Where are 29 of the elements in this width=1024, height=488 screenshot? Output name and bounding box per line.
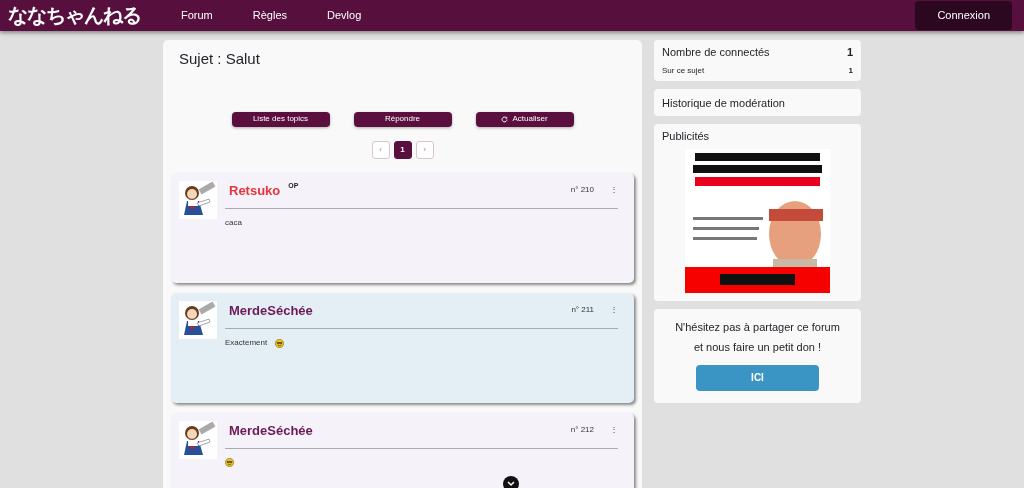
- stat-label: Sur ce sujet: [662, 64, 705, 77]
- post-number: n° 210: [570, 184, 594, 197]
- menu-button[interactable]: ⋮: [610, 304, 618, 317]
- post-number: n° 212: [570, 424, 594, 437]
- next-page-button[interactable]: ›: [415, 140, 434, 159]
- topic-title: Sujet : Salut: [178, 49, 261, 69]
- nav-link[interactable]: Forum: [181, 7, 213, 24]
- author-name[interactable]: Retsuko: [229, 180, 281, 200]
- login-button[interactable]: Connexion: [915, 1, 1012, 30]
- stat-value: 1: [848, 64, 853, 77]
- stat-label: Nombre de connectés: [662, 45, 770, 60]
- author-name[interactable]: MerdeSéchée: [229, 300, 313, 320]
- post-text: caca: [225, 217, 242, 229]
- stat-value: 1: [846, 45, 853, 60]
- post-text: Exactement: [225, 337, 268, 349]
- page-button[interactable]: 1: [393, 140, 412, 159]
- nav-link[interactable]: Règles: [252, 7, 288, 24]
- author-name[interactable]: MerdeSéchée: [229, 420, 313, 440]
- nav-link[interactable]: Devlog: [327, 7, 362, 24]
- refresh-button[interactable]: Actualiser: [475, 111, 574, 127]
- topic-button[interactable]: Liste des topics: [231, 111, 330, 127]
- menu-button[interactable]: ⋮: [610, 424, 618, 437]
- menu-button[interactable]: ⋮: [610, 184, 618, 197]
- site-logo[interactable]: ななちゃんねる: [8, 0, 141, 31]
- post-number: n° 211: [571, 304, 594, 317]
- donation-text: N'hésitez pas à partager ce forum et nous faire un petit don !: [674, 319, 841, 355]
- topic-button[interactable]: Répondre: [353, 111, 452, 127]
- ads-title: Publicités: [662, 129, 711, 144]
- previous-page-button[interactable]: ‹: [371, 140, 390, 159]
